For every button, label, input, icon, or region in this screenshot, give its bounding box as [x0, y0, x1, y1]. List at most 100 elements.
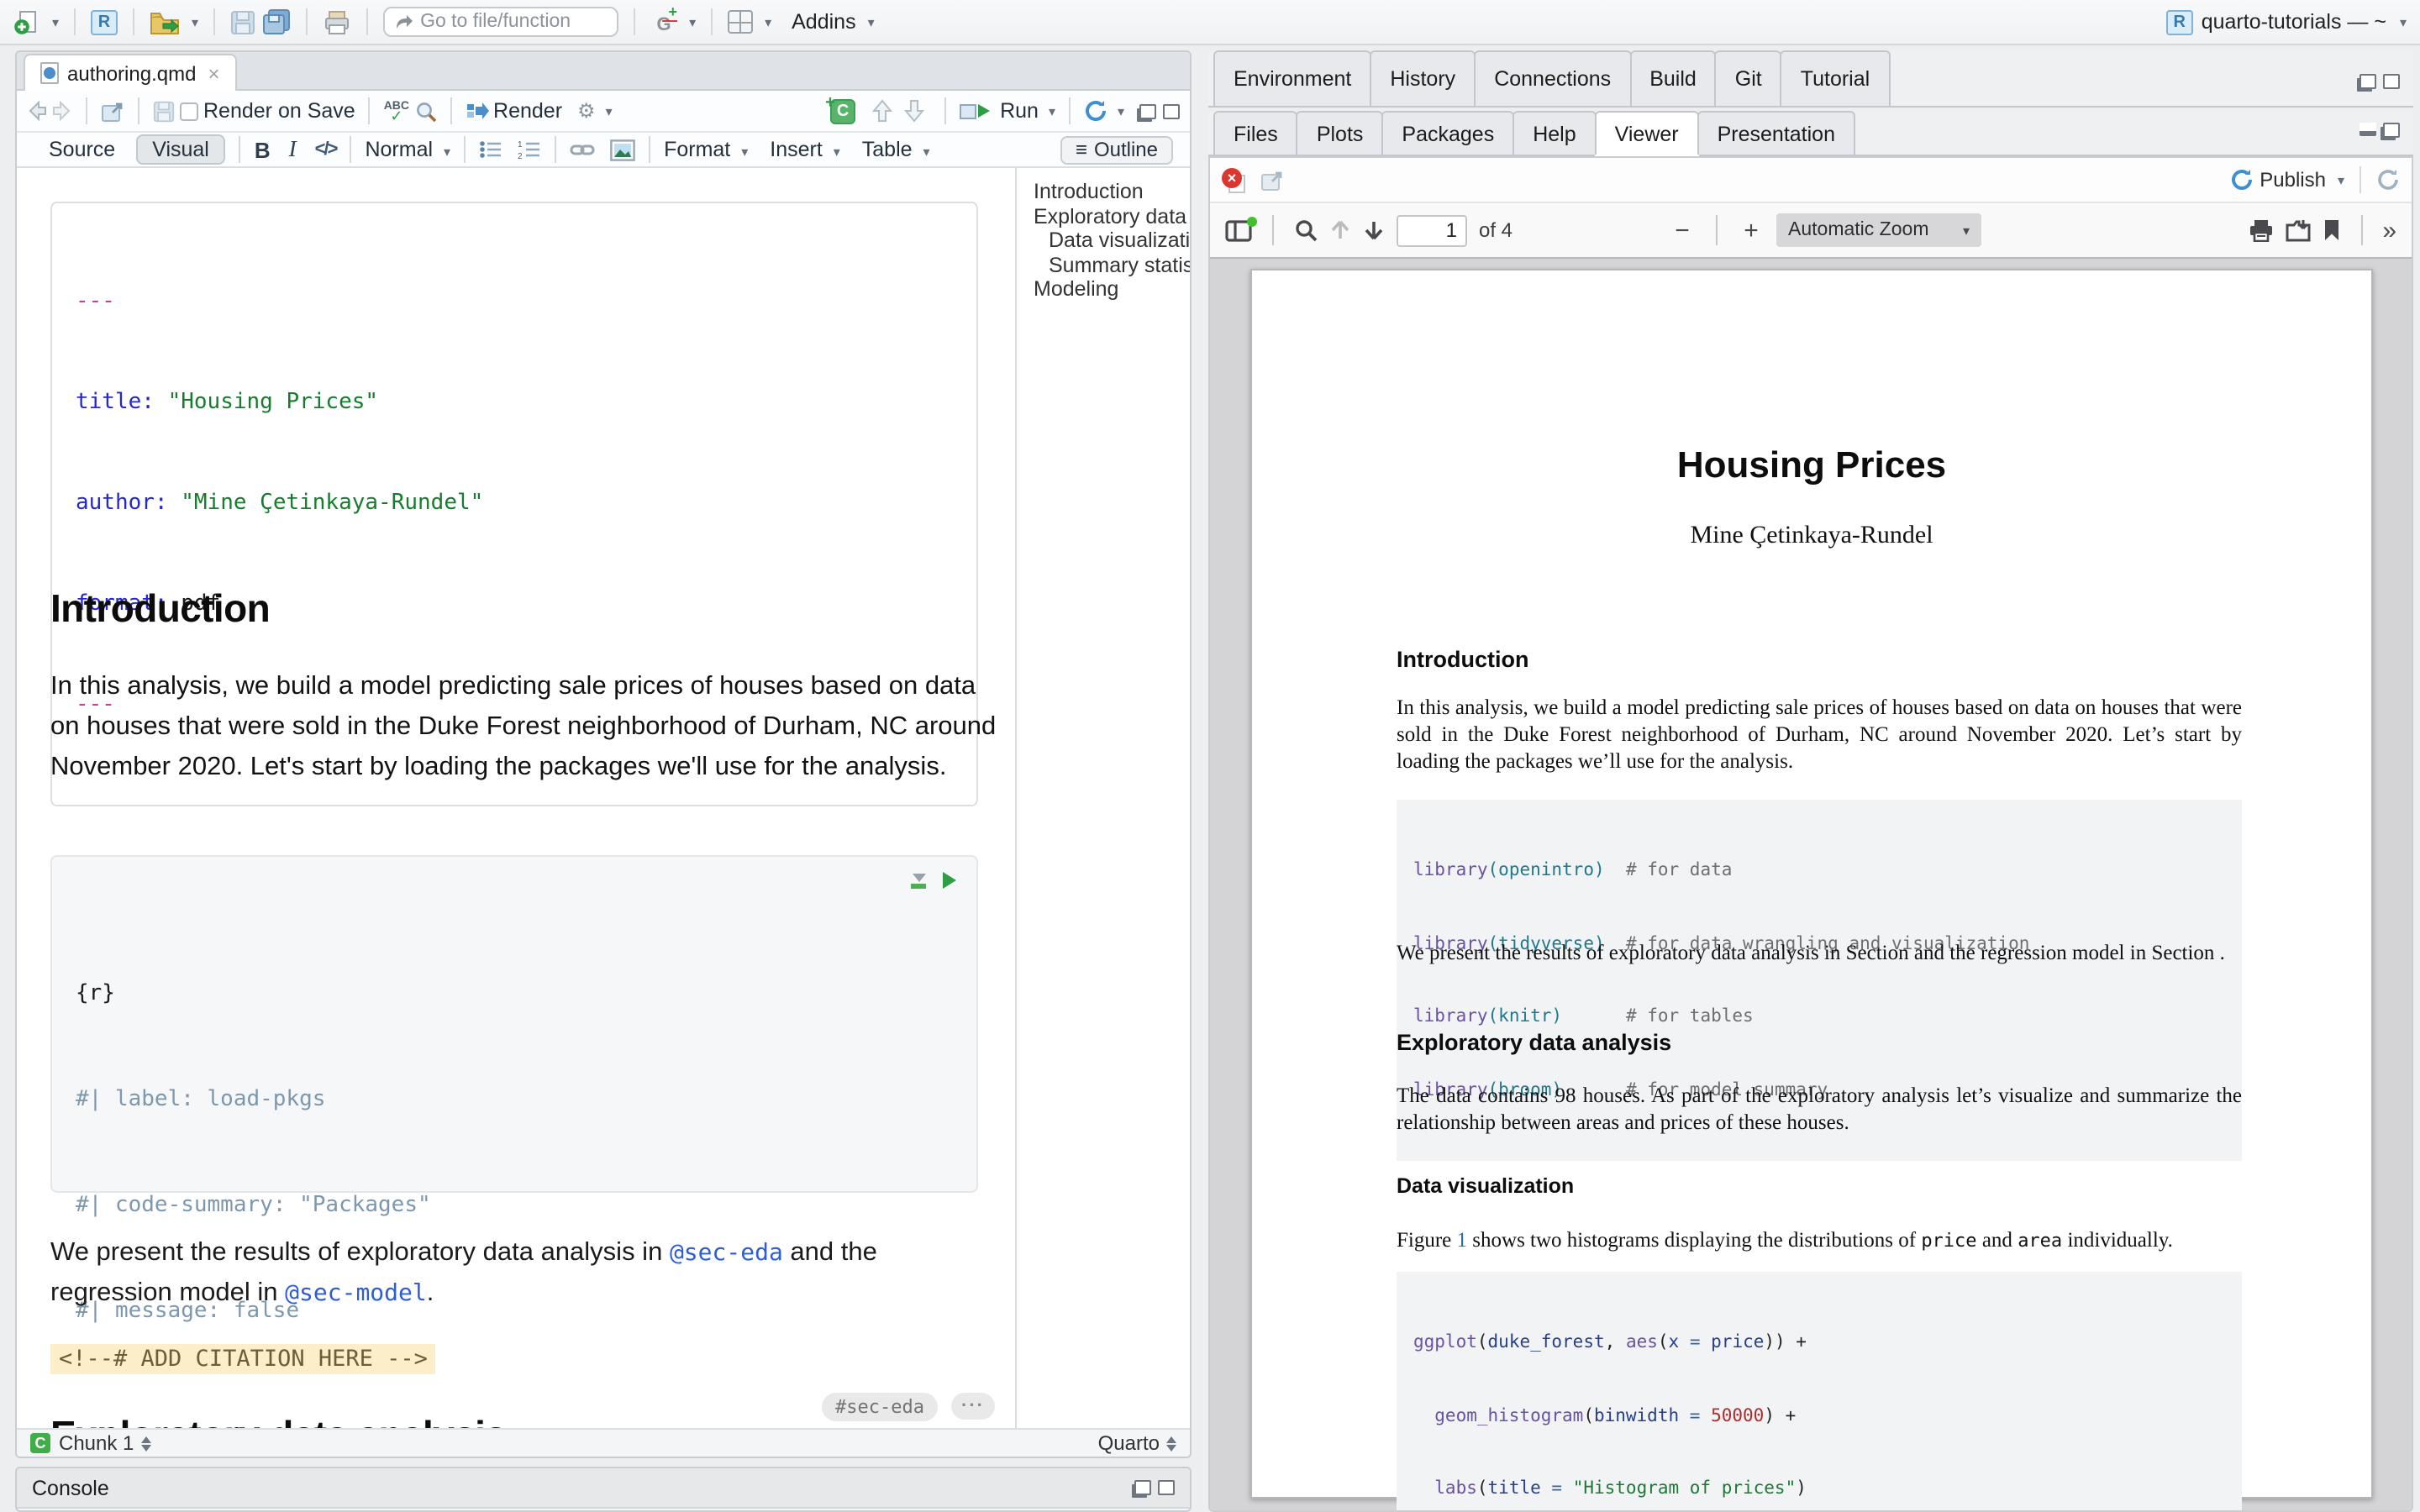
save-button[interactable]: [230, 9, 255, 34]
run-next-chunk-button[interactable]: [904, 99, 924, 123]
run-previous-chunks-button[interactable]: [872, 99, 892, 123]
tab-git[interactable]: Git: [1715, 50, 1782, 106]
render-settings-caret-icon[interactable]: ▾: [606, 103, 613, 118]
render-button[interactable]: [465, 101, 488, 121]
pdf-bookmark-button[interactable]: [2322, 218, 2340, 242]
insert-image-button[interactable]: [610, 139, 635, 160]
tab-environment[interactable]: Environment: [1213, 50, 1371, 106]
find-replace-button[interactable]: [414, 100, 436, 122]
spellcheck-button[interactable]: ABC ✓: [384, 101, 409, 121]
numbered-list-button[interactable]: 12: [518, 139, 541, 160]
clear-viewer-button[interactable]: ×: [1222, 167, 1247, 192]
print-button[interactable]: [323, 9, 351, 34]
maximize-source-pane-icon[interactable]: [1163, 103, 1180, 118]
minimize-environment-pane-icon[interactable]: [2360, 74, 2376, 89]
publish-caret-icon[interactable]: ▾: [2338, 172, 2344, 187]
pdf-viewport[interactable]: Housing Prices Mine Çetinkaya-Rundel Int…: [1210, 259, 2412, 1510]
show-in-new-window-button[interactable]: [101, 100, 124, 122]
source-mode-button[interactable]: Source: [34, 136, 130, 163]
render-settings-button[interactable]: ⚙: [577, 99, 596, 123]
workspace-panes-button[interactable]: [728, 10, 753, 34]
tab-packages[interactable]: Packages: [1381, 111, 1514, 155]
tab-close-icon[interactable]: ×: [208, 61, 219, 85]
run-caret-icon[interactable]: ▾: [1049, 103, 1055, 118]
zoom-out-button[interactable]: −: [1669, 216, 1696, 244]
new-file-button[interactable]: [13, 8, 40, 35]
maximize-console-icon[interactable]: [1158, 1480, 1175, 1495]
tab-viewer[interactable]: Viewer: [1595, 111, 1699, 155]
outline-item-introduction[interactable]: Introduction: [1034, 180, 1190, 204]
pdf-find-button[interactable]: [1294, 218, 1318, 242]
run-all-chunks-above-button[interactable]: [911, 873, 926, 888]
language-mode-selector[interactable]: Quarto: [1098, 1431, 1176, 1455]
pdf-print-button[interactable]: [2248, 218, 2273, 242]
render-label[interactable]: Render: [493, 99, 562, 123]
code-format-button[interactable]: </>: [315, 139, 337, 160]
pdf-more-tools-button[interactable]: »: [2382, 216, 2396, 244]
italic-button[interactable]: I: [289, 136, 297, 163]
git-caret-icon[interactable]: ▾: [689, 14, 696, 29]
insert-menu[interactable]: Insert ▾: [770, 138, 840, 161]
minimize-source-pane-icon[interactable]: [1139, 103, 1156, 118]
tab-presentation[interactable]: Presentation: [1697, 111, 1855, 155]
paragraph-style-dropdown[interactable]: Normal ▾: [365, 138, 450, 161]
workspace-panes-caret-icon[interactable]: ▾: [765, 14, 771, 29]
chunk-navigator-arrows-icon[interactable]: [140, 1436, 150, 1451]
refresh-viewer-button[interactable]: [2376, 168, 2400, 192]
forward-button[interactable]: [52, 101, 72, 121]
zoom-in-button[interactable]: +: [1738, 216, 1765, 244]
new-project-button[interactable]: R: [91, 9, 118, 34]
goto-file-function-input[interactable]: [420, 12, 605, 32]
open-file-caret-icon[interactable]: ▾: [192, 14, 198, 29]
insert-link-button[interactable]: [570, 139, 595, 160]
back-button[interactable]: [27, 101, 47, 121]
pdf-next-page-button[interactable]: [1363, 218, 1385, 242]
visual-mode-button[interactable]: Visual: [135, 134, 226, 165]
insert-chunk-button[interactable]: + C: [830, 98, 855, 123]
pdf-sidebar-toggle-button[interactable]: [1225, 219, 1252, 241]
save-document-button[interactable]: [153, 100, 175, 122]
outline-item-summary-statistics[interactable]: Summary statis…: [1034, 253, 1190, 277]
table-menu[interactable]: Table ▾: [862, 138, 930, 161]
bullet-list-button[interactable]: [479, 139, 502, 160]
outline-item-eda[interactable]: Exploratory data …: [1034, 204, 1190, 228]
maximize-viewer-pane-icon[interactable]: [2383, 123, 2400, 138]
git-button[interactable]: G + —: [650, 8, 677, 35]
addins-caret-icon[interactable]: ▾: [868, 14, 875, 29]
visual-editor-surface[interactable]: --- title: "Housing Prices" author: "Min…: [17, 168, 1190, 1428]
bold-button[interactable]: B: [255, 137, 271, 162]
minimize-viewer-pane-icon[interactable]: [2360, 123, 2376, 136]
open-file-button[interactable]: [150, 9, 180, 34]
source-document-button[interactable]: [1084, 99, 1107, 123]
pdf-page-number-input[interactable]: [1397, 214, 1467, 246]
pdf-download-button[interactable]: [2285, 218, 2310, 242]
save-all-button[interactable]: [262, 8, 291, 35]
tab-history[interactable]: History: [1370, 50, 1476, 106]
outline-toggle-button[interactable]: ≡ Outline: [1060, 135, 1173, 164]
tab-help[interactable]: Help: [1512, 111, 1596, 155]
goto-file-function-box[interactable]: [383, 7, 618, 37]
tab-tutorial[interactable]: Tutorial: [1781, 50, 1890, 106]
pdf-previous-page-button[interactable]: [1329, 218, 1351, 242]
render-on-save-checkbox[interactable]: [180, 102, 198, 120]
format-menu[interactable]: Format ▾: [664, 138, 748, 161]
viewer-popout-button[interactable]: [1260, 169, 1284, 191]
addins-button[interactable]: Addins: [792, 10, 855, 34]
tab-files[interactable]: Files: [1213, 111, 1298, 155]
outline-item-modeling[interactable]: Modeling: [1034, 277, 1190, 302]
outline-item-data-visualization[interactable]: Data visualization: [1034, 228, 1190, 253]
tab-connections[interactable]: Connections: [1474, 50, 1631, 106]
new-file-caret-icon[interactable]: ▾: [52, 14, 59, 29]
publish-button[interactable]: [2229, 168, 2253, 192]
zoom-mode-dropdown[interactable]: Automatic Zoom ▾: [1776, 213, 1981, 247]
run-chunk-button[interactable]: [943, 872, 956, 889]
run-label[interactable]: Run: [1000, 99, 1039, 123]
run-button[interactable]: [960, 103, 990, 118]
section-options-button[interactable]: ···: [951, 1393, 995, 1420]
maximize-environment-pane-icon[interactable]: [2383, 74, 2400, 89]
source-document-caret-icon[interactable]: ▾: [1118, 103, 1124, 118]
tab-authoring-qmd[interactable]: authoring.qmd ×: [24, 54, 236, 91]
publish-label[interactable]: Publish: [2260, 168, 2326, 192]
console-header[interactable]: Console: [17, 1468, 1190, 1509]
minimize-console-icon[interactable]: [1134, 1480, 1151, 1495]
